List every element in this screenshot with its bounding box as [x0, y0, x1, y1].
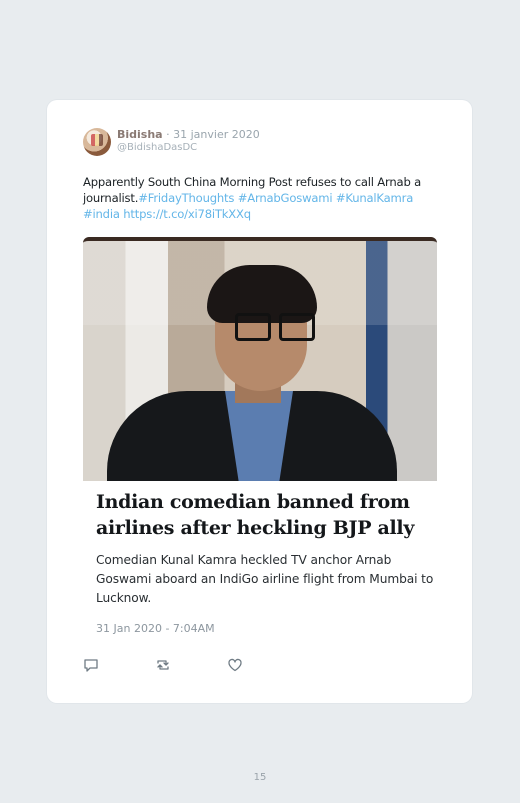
hashtag-link[interactable]: #india — [83, 207, 120, 221]
author-block: Bidisha · 31 janvier 2020 @BidishaDasDC — [117, 128, 260, 155]
reply-icon[interactable] — [83, 657, 99, 673]
hashtag-link[interactable]: #KunalKamra — [336, 191, 413, 205]
tweet-text: Apparently South China Morning Post refu… — [83, 174, 443, 222]
url-link[interactable]: https://t.co/xi78iTkXXq — [123, 207, 251, 221]
tweet-actions — [83, 657, 243, 673]
article-date: 31 Jan 2020 - 7:04AM — [96, 622, 215, 635]
tweet-header: Bidisha · 31 janvier 2020 @BidishaDasDC — [83, 128, 260, 156]
author-handle[interactable]: @BidishaDasDC — [117, 141, 260, 155]
hashtag-link[interactable]: #FridayThoughts — [138, 191, 234, 205]
author-name[interactable]: Bidisha — [117, 128, 163, 141]
like-icon[interactable] — [227, 657, 243, 673]
article-image[interactable] — [83, 237, 437, 481]
retweet-icon[interactable] — [155, 657, 171, 673]
tweet-date[interactable]: 31 janvier 2020 — [173, 128, 260, 141]
separator: · — [162, 128, 174, 141]
avatar[interactable] — [83, 128, 111, 156]
hashtag-link[interactable]: #ArnabGoswami — [238, 191, 333, 205]
article-title[interactable]: Indian comedian banned from airlines aft… — [96, 489, 426, 541]
page-number: 15 — [253, 772, 267, 783]
tweet-card: Bidisha · 31 janvier 2020 @BidishaDasDC … — [47, 100, 472, 703]
article-description: Comedian Kunal Kamra heckled TV anchor A… — [96, 553, 434, 605]
